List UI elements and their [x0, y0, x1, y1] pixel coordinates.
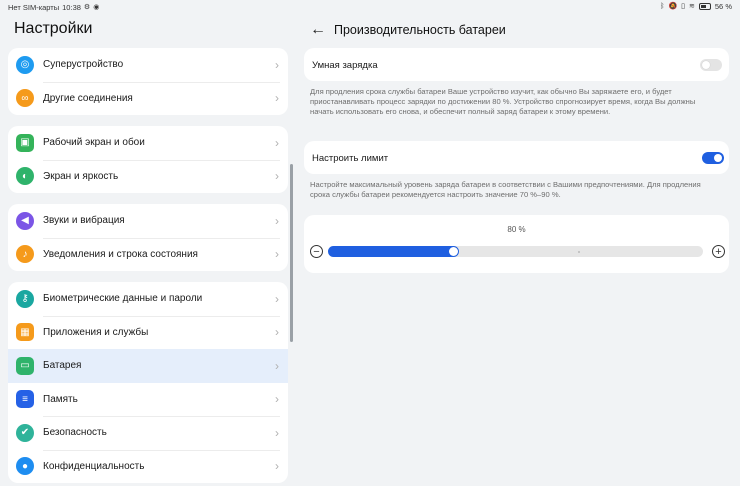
- chevron-right-icon: ›: [275, 291, 279, 306]
- sound-icon: ◀: [16, 211, 34, 230]
- display-icon: ◐: [16, 167, 34, 186]
- sidebar-item-home-wallpaper[interactable]: ▣ Рабочий экран и обои ›: [8, 126, 288, 160]
- chevron-right-icon: ›: [275, 57, 279, 72]
- sidebar-item-storage[interactable]: ≡ Память ›: [8, 383, 288, 417]
- wallpaper-icon: ▣: [16, 133, 34, 152]
- settings-group-sound: ◀ Звуки и вибрация › ♪ Уведомления и стр…: [8, 204, 288, 271]
- chevron-right-icon: ›: [275, 247, 279, 262]
- smart-charge-label: Умная зарядка: [312, 60, 378, 71]
- charge-limit-slider[interactable]: [328, 246, 703, 257]
- sidebar-item-label: Экран и яркость: [43, 170, 119, 182]
- sidebar-item-privacy[interactable]: ● Конфиденциальность ›: [8, 449, 288, 484]
- sidebar-item-notifications[interactable]: ♪ Уведомления и строка состояния ›: [8, 237, 288, 272]
- sidebar-item-biometrics[interactable]: ⚷ Биометрические данные и пароли ›: [8, 282, 288, 316]
- slider-value-label: 80 %: [507, 225, 526, 234]
- chevron-right-icon: ›: [275, 459, 279, 474]
- sidebar-item-label: Безопасность: [43, 427, 107, 439]
- chevron-right-icon: ›: [275, 325, 279, 340]
- sidebar-item-label: Уведомления и строка состояния: [43, 248, 198, 260]
- sidebar-item-security[interactable]: ✔ Безопасность ›: [8, 416, 288, 450]
- apps-icon: ▦: [16, 323, 34, 342]
- sidebar-scrollbar[interactable]: [290, 164, 293, 342]
- sidebar-item-label: Суперустройство: [43, 59, 124, 71]
- link-icon: ∞: [16, 89, 34, 108]
- bell-icon: ♪: [16, 245, 34, 264]
- slider-fill: [328, 246, 459, 257]
- minus-circle-icon[interactable]: −: [310, 245, 323, 258]
- sidebar-item-display-brightness[interactable]: ◐ Экран и яркость ›: [8, 159, 288, 194]
- chevron-right-icon: ›: [275, 425, 279, 440]
- sidebar-item-label: Другие соединения: [43, 92, 133, 104]
- smart-charge-row[interactable]: Умная зарядка: [304, 48, 729, 81]
- chevron-right-icon: ›: [275, 135, 279, 150]
- smart-charge-description: Для продления срока службы батареи Ваше …: [310, 87, 696, 116]
- smart-charge-toggle[interactable]: [700, 59, 722, 71]
- limit-row[interactable]: Настроить лимит: [304, 141, 729, 174]
- shield-icon: ✔: [16, 423, 34, 442]
- chevron-right-icon: ›: [275, 91, 279, 106]
- settings-group-display: ▣ Рабочий экран и обои › ◐ Экран и яркос…: [8, 126, 288, 193]
- settings-group-system: ⚷ Биометрические данные и пароли › ▦ При…: [8, 282, 288, 483]
- limit-slider-card: 80 % − +: [304, 215, 729, 273]
- superdevice-icon: ◎: [16, 55, 34, 74]
- chevron-right-icon: ›: [275, 169, 279, 184]
- sidebar-item-label: Звуки и вибрация: [43, 215, 125, 227]
- chevron-right-icon: ›: [275, 213, 279, 228]
- sidebar-item-label: Батарея: [43, 360, 82, 372]
- sidebar-item-battery[interactable]: ▭ Батарея ›: [8, 349, 288, 383]
- plus-circle-icon[interactable]: +: [712, 245, 725, 258]
- sidebar-item-label: Биометрические данные и пароли: [43, 293, 203, 305]
- limit-label: Настроить лимит: [312, 153, 389, 164]
- battery-performance-page: ← Производительность батареи Умная заряд…: [296, 0, 740, 486]
- sidebar-item-label: Рабочий экран и обои: [43, 137, 145, 149]
- privacy-icon: ●: [16, 457, 34, 476]
- sidebar-item-label: Память: [43, 393, 78, 405]
- sidebar-item-label: Конфиденциальность: [43, 460, 145, 472]
- chevron-right-icon: ›: [275, 392, 279, 407]
- battery-icon: ▭: [16, 356, 34, 375]
- slider-step-dot: [578, 250, 580, 253]
- settings-group-connections: ◎ Суперустройство › ∞ Другие соединения …: [8, 48, 288, 115]
- chevron-right-icon: ›: [275, 358, 279, 373]
- settings-sidebar: Настройки ◎ Суперустройство › ∞ Другие с…: [0, 0, 296, 486]
- key-icon: ⚷: [16, 289, 34, 308]
- storage-icon: ≡: [16, 390, 34, 409]
- slider-thumb[interactable]: [449, 247, 458, 256]
- limit-toggle[interactable]: [702, 152, 724, 164]
- limit-description: Настройте максимальный уровень заряда ба…: [310, 180, 701, 199]
- sidebar-item-apps[interactable]: ▦ Приложения и службы ›: [8, 315, 288, 350]
- sidebar-title: Настройки: [14, 20, 93, 37]
- sidebar-item-label: Приложения и службы: [43, 326, 149, 338]
- sidebar-item-other-connections[interactable]: ∞ Другие соединения ›: [8, 81, 288, 116]
- sidebar-item-sounds[interactable]: ◀ Звуки и вибрация ›: [8, 204, 288, 238]
- page-title: Производительность батареи: [334, 23, 506, 37]
- sidebar-item-superdevice[interactable]: ◎ Суперустройство ›: [8, 48, 288, 82]
- back-arrow-icon[interactable]: ←: [310, 22, 326, 38]
